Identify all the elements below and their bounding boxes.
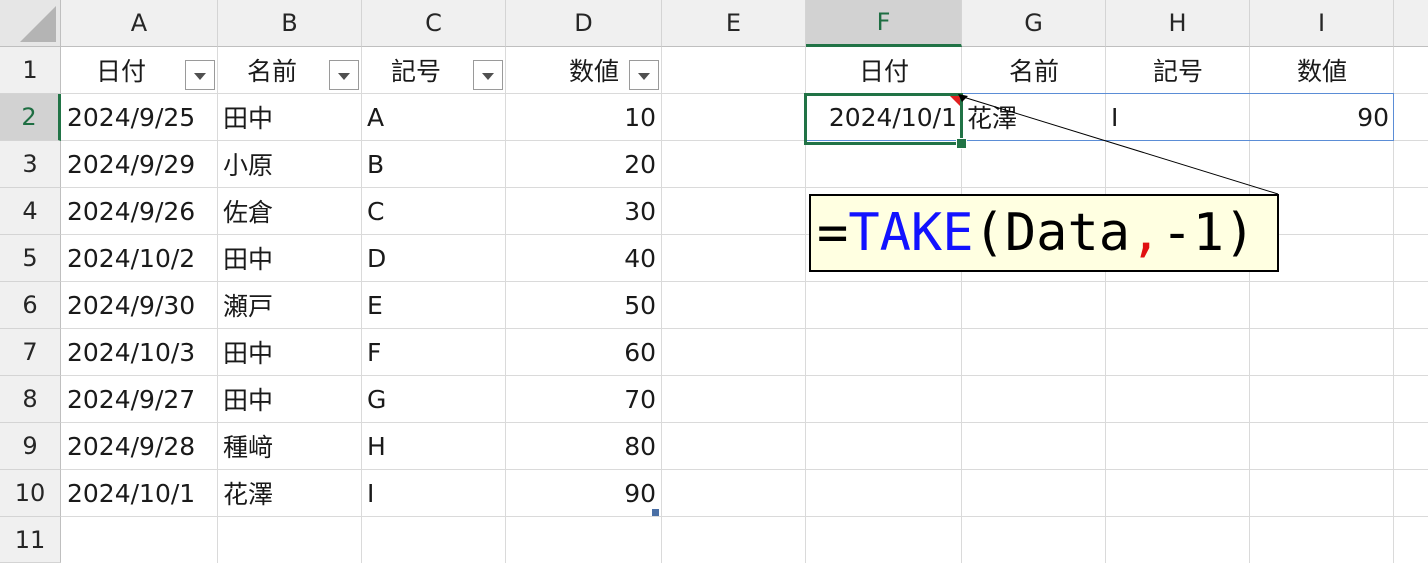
column-header-a[interactable]: A (61, 0, 218, 47)
formula-function: TAKE (848, 203, 974, 263)
table-cell-name[interactable]: 小原 (218, 141, 361, 187)
column-header-h[interactable]: H (1106, 0, 1250, 47)
row-header-11[interactable]: 11 (0, 517, 61, 563)
table-cell-value[interactable]: 90 (506, 470, 661, 516)
table-cell-name[interactable]: 佐倉 (218, 188, 361, 234)
table-resize-handle[interactable] (652, 509, 659, 516)
result-header-date[interactable]: 日付 (806, 47, 962, 93)
row-header-9[interactable]: 9 (0, 423, 61, 470)
row-header-2[interactable]: 2 (0, 94, 61, 141)
result-header-symbol[interactable]: 記号 (1106, 47, 1250, 93)
active-cell-border (804, 93, 963, 145)
formula-arg-data: Data (1004, 203, 1131, 263)
table-cell-date[interactable]: 2024/10/3 (62, 329, 217, 375)
table-cell-name[interactable]: 瀬戸 (218, 282, 361, 328)
table-cell-value[interactable]: 70 (506, 376, 661, 422)
formula-arg-rows: -1 (1161, 203, 1225, 263)
table-cell-symbol[interactable]: D (362, 235, 505, 281)
row-header-10[interactable]: 10 (0, 470, 61, 517)
table-cell-date[interactable]: 2024/9/26 (62, 188, 217, 234)
table-header-symbol[interactable]: 記号 (362, 47, 470, 93)
row-header-5[interactable]: 5 (0, 235, 61, 282)
gridline (661, 47, 662, 563)
column-header-i[interactable]: I (1250, 0, 1394, 47)
table-cell-value[interactable]: 30 (506, 188, 661, 234)
column-header-g[interactable]: G (962, 0, 1106, 47)
result-header-value[interactable]: 数値 (1250, 47, 1394, 93)
table-cell-date[interactable]: 2024/10/2 (62, 235, 217, 281)
table-cell-value[interactable]: 60 (506, 329, 661, 375)
column-header-j[interactable] (1394, 0, 1428, 47)
row-header-7[interactable]: 7 (0, 329, 61, 376)
table-cell-value[interactable]: 50 (506, 282, 661, 328)
row-header-1[interactable]: 1 (0, 47, 61, 94)
table-cell-symbol[interactable]: A (362, 94, 505, 140)
table-cell-symbol[interactable]: I (362, 470, 505, 516)
table-cell-name[interactable]: 田中 (218, 329, 361, 375)
row-header-8[interactable]: 8 (0, 376, 61, 423)
table-cell-name[interactable]: 種﨑 (218, 423, 361, 469)
table-cell-value[interactable]: 80 (506, 423, 661, 469)
table-header-name[interactable]: 名前 (218, 47, 326, 93)
table-cell-value[interactable]: 10 (506, 94, 661, 140)
table-cell-date[interactable]: 2024/9/29 (62, 141, 217, 187)
spreadsheet-grid: A B C D E F G H I 1 2 3 4 5 6 7 8 9 10 1… (0, 0, 1428, 563)
select-all-button[interactable] (0, 0, 61, 47)
table-cell-date[interactable]: 2024/9/25 (62, 94, 217, 140)
filter-dropdown-icon[interactable] (329, 60, 359, 90)
formula-equals: = (817, 203, 849, 263)
column-header-e[interactable]: E (662, 0, 806, 47)
table-cell-value[interactable]: 40 (506, 235, 661, 281)
column-header-b[interactable]: B (218, 0, 362, 47)
table-cell-value[interactable]: 20 (506, 141, 661, 187)
table-cell-symbol[interactable]: F (362, 329, 505, 375)
result-cell-name[interactable]: 花澤 (962, 94, 1106, 140)
table-cell-name[interactable]: 田中 (218, 235, 361, 281)
column-header-c[interactable]: C (362, 0, 506, 47)
table-cell-date[interactable]: 2024/10/1 (62, 470, 217, 516)
formula-open-paren: ( (973, 203, 1005, 263)
gridline (61, 516, 1428, 517)
formula-callout[interactable]: = TAKE(Data, -1) (809, 194, 1279, 272)
formula-close-paren: ) (1224, 203, 1256, 263)
row-header-4[interactable]: 4 (0, 188, 61, 235)
table-cell-name[interactable]: 田中 (218, 376, 361, 422)
comment-indicator-icon[interactable] (950, 96, 960, 106)
table-header-value[interactable]: 数値 (506, 47, 624, 93)
filter-dropdown-icon[interactable] (629, 60, 659, 90)
table-cell-date[interactable]: 2024/9/27 (62, 376, 217, 422)
table-cell-name[interactable]: 花澤 (218, 470, 361, 516)
filter-dropdown-icon[interactable] (473, 60, 503, 90)
row-header-3[interactable]: 3 (0, 141, 61, 188)
table-cell-symbol[interactable]: H (362, 423, 505, 469)
formula-comma: , (1130, 203, 1162, 263)
table-cell-symbol[interactable]: C (362, 188, 505, 234)
fill-handle[interactable] (956, 138, 967, 149)
column-header-d[interactable]: D (506, 0, 662, 47)
table-header-date[interactable]: 日付 (62, 47, 180, 93)
result-cell-value[interactable]: 90 (1250, 94, 1394, 140)
result-cell-symbol[interactable]: I (1106, 94, 1250, 140)
filter-dropdown-icon[interactable] (185, 60, 215, 90)
table-cell-date[interactable]: 2024/9/28 (62, 423, 217, 469)
column-header-f[interactable]: F (806, 0, 962, 47)
table-cell-symbol[interactable]: B (362, 141, 505, 187)
table-cell-symbol[interactable]: E (362, 282, 505, 328)
select-all-icon (20, 6, 56, 42)
row-header-6[interactable]: 6 (0, 282, 61, 329)
table-cell-symbol[interactable]: G (362, 376, 505, 422)
table-cell-name[interactable]: 田中 (218, 94, 361, 140)
table-cell-date[interactable]: 2024/9/30 (62, 282, 217, 328)
result-header-name[interactable]: 名前 (962, 47, 1106, 93)
